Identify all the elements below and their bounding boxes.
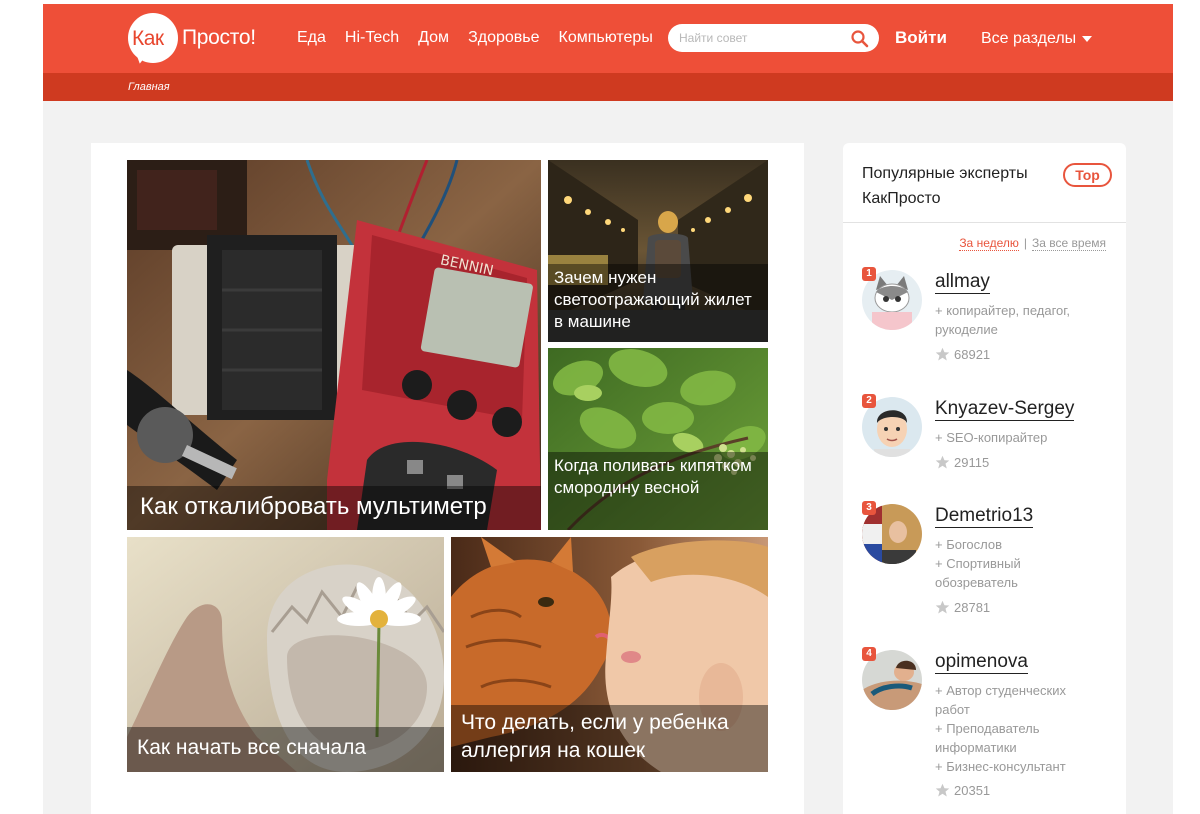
expert-roles: + Богослов + Спортивный обозреватель	[935, 535, 1105, 592]
expert-role: + Бизнес-консультант	[935, 759, 1066, 774]
expert-name[interactable]: Knyazev-Sergey	[935, 397, 1075, 421]
expert-score-value: 68921	[954, 347, 991, 362]
article-tile-cat-allergy[interactable]: Что делать, если у ребенка аллергия на к…	[451, 537, 768, 772]
expert-score: 29115	[935, 455, 989, 470]
breadcrumb-bar	[43, 73, 1173, 101]
expert-score: 68921	[935, 347, 990, 362]
top-header: Как Просто! Еда Hi-Tech Дом Здоровье Ком…	[43, 4, 1173, 73]
article-tile-multimeter[interactable]: BENNIN Как откалибровать мультиметр	[127, 160, 541, 530]
period-all-tab[interactable]: За все время	[1032, 236, 1106, 251]
site-logo[interactable]: Как Просто!	[128, 13, 256, 66]
expert-roles: + копирайтер, педагог, рукоделие	[935, 301, 1105, 339]
article-title: Когда поливать кипятком смородину весной	[548, 452, 768, 530]
period-separator: |	[1023, 236, 1028, 250]
expert-score: 28781	[935, 600, 990, 615]
caret-down-icon	[1082, 36, 1093, 42]
breadcrumb-home[interactable]: Главная	[128, 81, 170, 93]
article-tile-new-start[interactable]: Как начать все сначала	[127, 537, 444, 772]
expert-score-value: 29115	[954, 455, 990, 470]
nav-item-home[interactable]: Дом	[418, 29, 449, 47]
logo-text: Просто!	[182, 26, 256, 49]
experts-sidebar: Популярные эксперты КакПросто Top За нед…	[843, 143, 1126, 814]
star-icon	[935, 455, 950, 469]
expert-score-value: 20351	[954, 783, 991, 798]
top-badge[interactable]: Top	[1063, 163, 1112, 187]
article-tile-currant[interactable]: Когда поливать кипятком смородину весной	[548, 348, 768, 530]
all-sections-label: Все разделы	[981, 30, 1077, 47]
expert-role: рукоделие	[935, 322, 998, 337]
featured-articles: BENNIN Как откалибровать мультиметр Заче…	[91, 143, 804, 814]
star-icon	[935, 347, 950, 361]
article-tile-vest[interactable]: Зачем нужен светоотражающий жилет в маши…	[548, 160, 768, 342]
nav-item-health[interactable]: Здоровье	[468, 29, 539, 47]
main-nav: Еда Hi-Tech Дом Здоровье Компьютеры	[297, 29, 672, 47]
expert-role: + Автор студенческих	[935, 683, 1066, 698]
login-button[interactable]: Войти	[895, 28, 947, 48]
expert-role: + копирайтер, педагог,	[935, 303, 1071, 318]
expert-role: обозреватель	[935, 575, 1018, 590]
multimeter-photo-icon: BENNIN	[127, 160, 541, 530]
logo-kak-text: Как	[132, 27, 164, 50]
nav-item-hitech[interactable]: Hi-Tech	[345, 29, 399, 47]
search-box	[668, 24, 879, 52]
period-switcher: За неделю | За все время	[959, 236, 1106, 251]
logo-bubble-icon: Как	[128, 13, 178, 66]
expert-name[interactable]: allmay	[935, 270, 990, 294]
rank-badge: 2	[862, 394, 876, 408]
expert-role: информатики	[935, 740, 1017, 755]
search-icon[interactable]	[850, 29, 870, 49]
experts-heading: Популярные эксперты КакПросто	[862, 165, 1028, 207]
expert-name[interactable]: opimenova	[935, 650, 1028, 674]
expert-roles: + Автор студенческих работ + Преподавате…	[935, 681, 1105, 776]
article-title: Как откалибровать мультиметр	[127, 486, 541, 530]
expert-role: работ	[935, 702, 970, 717]
period-week-tab[interactable]: За неделю	[959, 236, 1019, 251]
divider	[843, 222, 1126, 223]
star-icon	[935, 783, 950, 797]
expert-role: + SEO-копирайтер	[935, 430, 1048, 445]
search-input[interactable]	[679, 29, 844, 47]
article-title: Как начать все сначала	[127, 727, 444, 772]
expert-role: + Спортивный	[935, 556, 1021, 571]
nav-item-computers[interactable]: Компьютеры	[559, 29, 653, 47]
expert-role: + Богослов	[935, 537, 1003, 552]
article-title: Зачем нужен светоотражающий жилет в маши…	[548, 264, 768, 342]
all-sections-dropdown[interactable]: Все разделы	[981, 30, 1093, 48]
article-title: Что делать, если у ребенка аллергия на к…	[451, 705, 768, 772]
expert-roles: + SEO-копирайтер	[935, 428, 1105, 447]
expert-role: + Преподаватель	[935, 721, 1040, 736]
rank-badge: 1	[862, 267, 876, 281]
rank-badge: 4	[862, 647, 876, 661]
star-icon	[935, 600, 950, 614]
expert-score: 20351	[935, 783, 990, 798]
rank-badge: 3	[862, 501, 876, 515]
page-frame: Как Просто! Еда Hi-Tech Дом Здоровье Ком…	[43, 4, 1173, 814]
expert-name[interactable]: Demetrio13	[935, 504, 1034, 528]
expert-score-value: 28781	[954, 600, 991, 615]
nav-item-food[interactable]: Еда	[297, 29, 326, 47]
